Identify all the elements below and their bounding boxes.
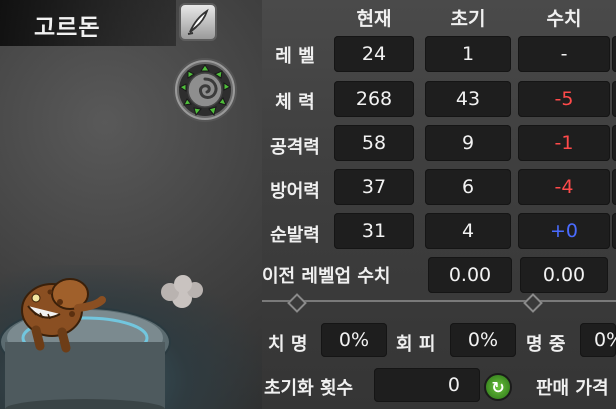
agility-stat: +0 (518, 213, 610, 249)
divider-ornament-left (287, 293, 307, 313)
defense-extra-cell (612, 169, 616, 205)
row-label-agility: 순발력 (270, 225, 320, 246)
defense-initial: 6 (425, 169, 511, 205)
monster-name: 고르돈 (34, 15, 101, 41)
section-divider (262, 300, 616, 302)
reset-button[interactable]: ↻ (484, 373, 512, 401)
defense-stat: -4 (518, 169, 610, 205)
reset-count-value: 0 (374, 368, 480, 402)
defense-current: 37 (334, 169, 414, 205)
level-current: 24 (334, 36, 414, 72)
attack-initial: 9 (425, 125, 511, 161)
row-label-hp: 체 력 (275, 92, 315, 113)
sell-price-label: 판매 가격 (536, 378, 609, 399)
previous-levelup-value-1: 0.00 (428, 257, 512, 293)
hp-initial: 43 (425, 81, 511, 117)
rename-button[interactable] (179, 3, 217, 41)
attack-stat: -1 (518, 125, 610, 161)
evade-value: 0% (450, 323, 516, 357)
previous-levelup-label: 이전 레벨업 수치 (262, 266, 391, 287)
feather-pen-icon (187, 8, 209, 35)
level-initial: 1 (425, 36, 511, 72)
hp-current: 268 (334, 81, 414, 117)
agility-extra-cell (612, 213, 616, 249)
attack-current: 58 (334, 125, 414, 161)
header-current: 현재 (356, 8, 392, 30)
divider-ornament-right (523, 293, 543, 313)
accuracy-value: 0% (580, 323, 616, 357)
header-stat: 수치 (546, 8, 582, 30)
refresh-icon: ↻ (491, 377, 505, 397)
evade-label: 회 피 (396, 334, 436, 355)
previous-levelup-value-2: 0.00 (520, 257, 608, 293)
header-initial: 초기 (450, 8, 486, 30)
crit-label: 치 명 (268, 334, 308, 355)
accuracy-label: 명 중 (526, 334, 566, 355)
agility-initial: 4 (425, 213, 511, 249)
row-label-level: 레 벨 (275, 46, 315, 67)
reset-count-label: 초기화 횟수 (264, 378, 354, 399)
agility-current: 31 (334, 213, 414, 249)
monster-portrait (0, 275, 203, 409)
level-extra-cell (612, 36, 616, 72)
element-wind-icon (173, 58, 237, 122)
hp-stat: -5 (518, 81, 610, 117)
level-stat: - (518, 36, 610, 72)
row-label-attack: 공격력 (270, 137, 320, 158)
attack-extra-cell (612, 125, 616, 161)
crit-value: 0% (321, 323, 387, 357)
hp-extra-cell (612, 81, 616, 117)
row-label-defense: 방어력 (270, 181, 320, 202)
